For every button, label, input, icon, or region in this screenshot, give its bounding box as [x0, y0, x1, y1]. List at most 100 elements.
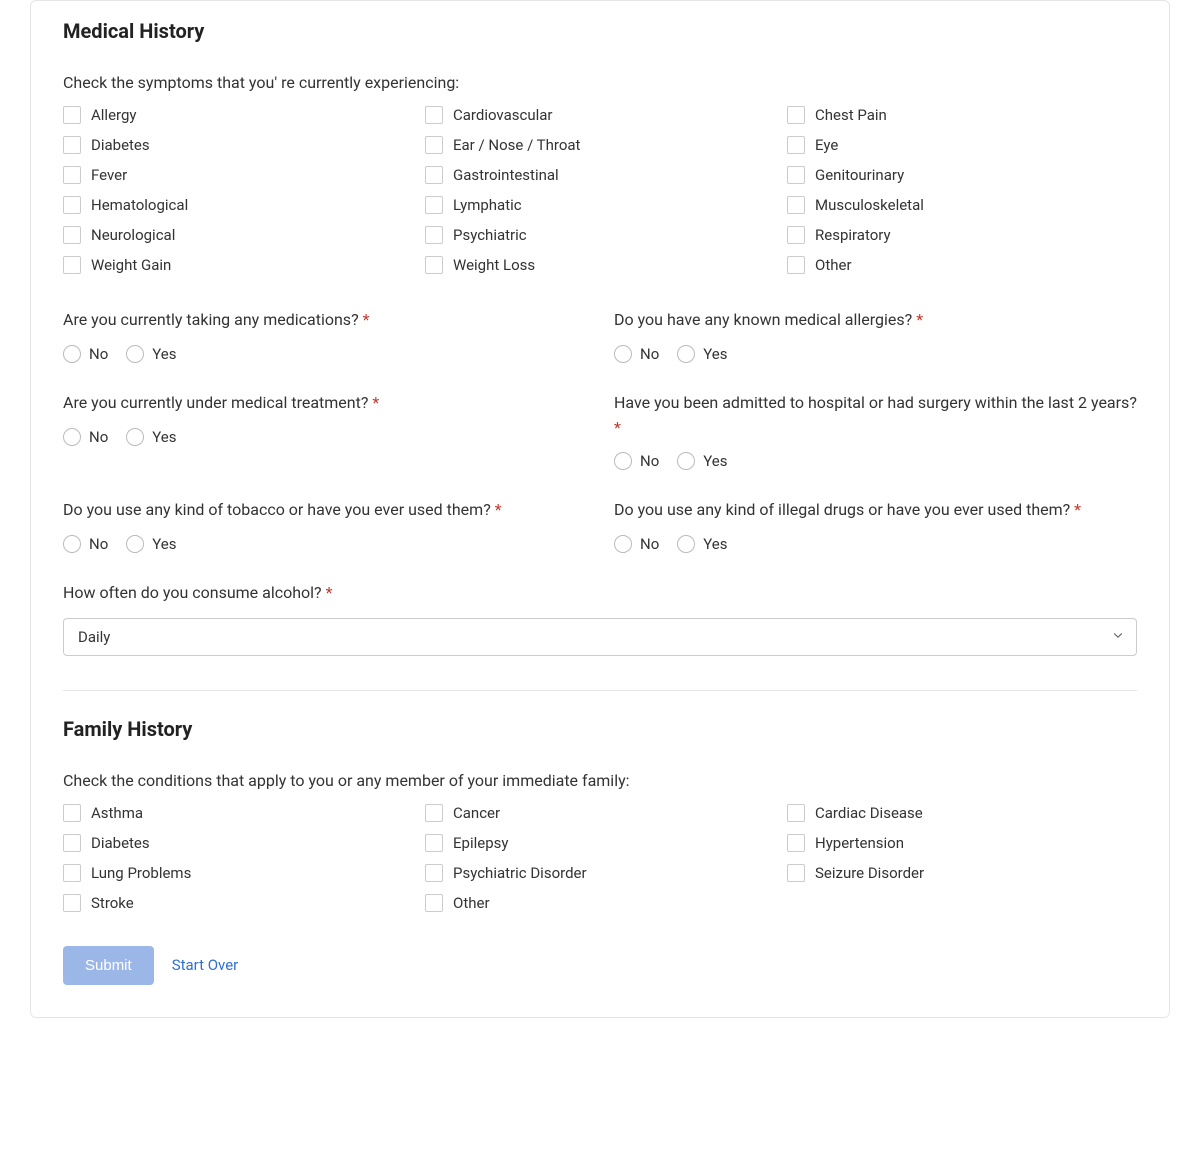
- condition-hypertension[interactable]: Hypertension: [787, 834, 1137, 852]
- section-divider: [63, 690, 1137, 691]
- symptom-diabetes[interactable]: Diabetes: [63, 136, 413, 154]
- question-label: Have you been admitted to hospital or ha…: [614, 391, 1137, 441]
- radio-icon[interactable]: [63, 345, 81, 363]
- radio-icon[interactable]: [126, 345, 144, 363]
- alcohol-select-value[interactable]: Daily: [63, 618, 1137, 656]
- symptom-genitourinary[interactable]: Genitourinary: [787, 166, 1137, 184]
- condition-diabetes[interactable]: Diabetes: [63, 834, 413, 852]
- radio-option-no[interactable]: No: [614, 452, 659, 470]
- radio-option-no[interactable]: No: [63, 535, 108, 553]
- checkbox-icon[interactable]: [63, 864, 81, 882]
- symptom-ear-nose-throat[interactable]: Ear / Nose / Throat: [425, 136, 775, 154]
- checkbox-icon[interactable]: [425, 804, 443, 822]
- question-2: Do you have any known medical allergies?…: [614, 308, 1137, 363]
- radio-group: No Yes: [63, 535, 586, 553]
- checkbox-icon[interactable]: [425, 196, 443, 214]
- radio-option-no[interactable]: No: [614, 345, 659, 363]
- symptom-cardiovascular[interactable]: Cardiovascular: [425, 106, 775, 124]
- start-over-link[interactable]: Start Over: [172, 956, 239, 974]
- checkbox-icon[interactable]: [787, 226, 805, 244]
- radio-icon[interactable]: [677, 452, 695, 470]
- checkbox-label: Neurological: [91, 226, 175, 244]
- checkbox-icon[interactable]: [787, 804, 805, 822]
- checkbox-icon[interactable]: [63, 166, 81, 184]
- condition-psychiatric-disorder[interactable]: Psychiatric Disorder: [425, 864, 775, 882]
- checkbox-icon[interactable]: [63, 106, 81, 124]
- radio-option-yes[interactable]: Yes: [126, 428, 176, 446]
- radio-option-yes[interactable]: Yes: [677, 452, 727, 470]
- radio-icon[interactable]: [614, 535, 632, 553]
- checkbox-icon[interactable]: [425, 136, 443, 154]
- radio-icon[interactable]: [126, 535, 144, 553]
- symptom-other[interactable]: Other: [787, 256, 1137, 274]
- checkbox-icon[interactable]: [787, 256, 805, 274]
- radio-option-no[interactable]: No: [63, 345, 108, 363]
- checkbox-icon[interactable]: [63, 804, 81, 822]
- checkbox-icon[interactable]: [63, 894, 81, 912]
- checkbox-icon[interactable]: [425, 864, 443, 882]
- checkbox-icon[interactable]: [425, 106, 443, 124]
- radio-icon[interactable]: [126, 428, 144, 446]
- condition-stroke[interactable]: Stroke: [63, 894, 413, 912]
- alcohol-select[interactable]: Daily: [63, 618, 1137, 656]
- symptom-hematological[interactable]: Hematological: [63, 196, 413, 214]
- checkbox-icon[interactable]: [63, 226, 81, 244]
- radio-option-no[interactable]: No: [614, 535, 659, 553]
- radio-label: Yes: [703, 452, 727, 470]
- radio-icon[interactable]: [677, 345, 695, 363]
- radio-icon[interactable]: [63, 428, 81, 446]
- radio-icon[interactable]: [677, 535, 695, 553]
- checkbox-icon[interactable]: [787, 136, 805, 154]
- symptom-weight-loss[interactable]: Weight Loss: [425, 256, 775, 274]
- checkbox-label: Lung Problems: [91, 864, 191, 882]
- required-marker: *: [614, 418, 621, 437]
- condition-seizure-disorder[interactable]: Seizure Disorder: [787, 864, 1137, 882]
- checkbox-icon[interactable]: [425, 834, 443, 852]
- checkbox-icon[interactable]: [63, 196, 81, 214]
- symptom-psychiatric[interactable]: Psychiatric: [425, 226, 775, 244]
- condition-asthma[interactable]: Asthma: [63, 804, 413, 822]
- symptom-neurological[interactable]: Neurological: [63, 226, 413, 244]
- symptom-chest-pain[interactable]: Chest Pain: [787, 106, 1137, 124]
- checkbox-icon[interactable]: [787, 166, 805, 184]
- checkbox-icon[interactable]: [425, 166, 443, 184]
- symptom-respiratory[interactable]: Respiratory: [787, 226, 1137, 244]
- checkbox-label: Diabetes: [91, 136, 150, 154]
- checkbox-label: Cancer: [453, 804, 500, 822]
- radio-option-yes[interactable]: Yes: [677, 345, 727, 363]
- radio-icon[interactable]: [614, 452, 632, 470]
- required-marker: *: [916, 310, 923, 329]
- radio-icon[interactable]: [63, 535, 81, 553]
- symptom-fever[interactable]: Fever: [63, 166, 413, 184]
- radio-option-yes[interactable]: Yes: [126, 345, 176, 363]
- condition-epilepsy[interactable]: Epilepsy: [425, 834, 775, 852]
- condition-cancer[interactable]: Cancer: [425, 804, 775, 822]
- checkbox-icon[interactable]: [425, 894, 443, 912]
- condition-cardiac-disease[interactable]: Cardiac Disease: [787, 804, 1137, 822]
- radio-option-no[interactable]: No: [63, 428, 108, 446]
- symptom-weight-gain[interactable]: Weight Gain: [63, 256, 413, 274]
- radio-label: Yes: [152, 535, 176, 553]
- condition-lung-problems[interactable]: Lung Problems: [63, 864, 413, 882]
- condition-other[interactable]: Other: [425, 894, 775, 912]
- checkbox-icon[interactable]: [425, 256, 443, 274]
- radio-option-yes[interactable]: Yes: [677, 535, 727, 553]
- symptom-allergy[interactable]: Allergy: [63, 106, 413, 124]
- radio-label: Yes: [703, 535, 727, 553]
- checkbox-label: Hypertension: [815, 834, 904, 852]
- checkbox-icon[interactable]: [63, 256, 81, 274]
- checkbox-icon[interactable]: [63, 834, 81, 852]
- checkbox-icon[interactable]: [787, 106, 805, 124]
- checkbox-icon[interactable]: [787, 864, 805, 882]
- checkbox-icon[interactable]: [787, 196, 805, 214]
- symptom-gastrointestinal[interactable]: Gastrointestinal: [425, 166, 775, 184]
- checkbox-icon[interactable]: [63, 136, 81, 154]
- symptom-lymphatic[interactable]: Lymphatic: [425, 196, 775, 214]
- radio-icon[interactable]: [614, 345, 632, 363]
- checkbox-icon[interactable]: [787, 834, 805, 852]
- symptom-eye[interactable]: Eye: [787, 136, 1137, 154]
- submit-button[interactable]: Submit: [63, 946, 154, 985]
- symptom-musculoskeletal[interactable]: Musculoskeletal: [787, 196, 1137, 214]
- checkbox-icon[interactable]: [425, 226, 443, 244]
- radio-option-yes[interactable]: Yes: [126, 535, 176, 553]
